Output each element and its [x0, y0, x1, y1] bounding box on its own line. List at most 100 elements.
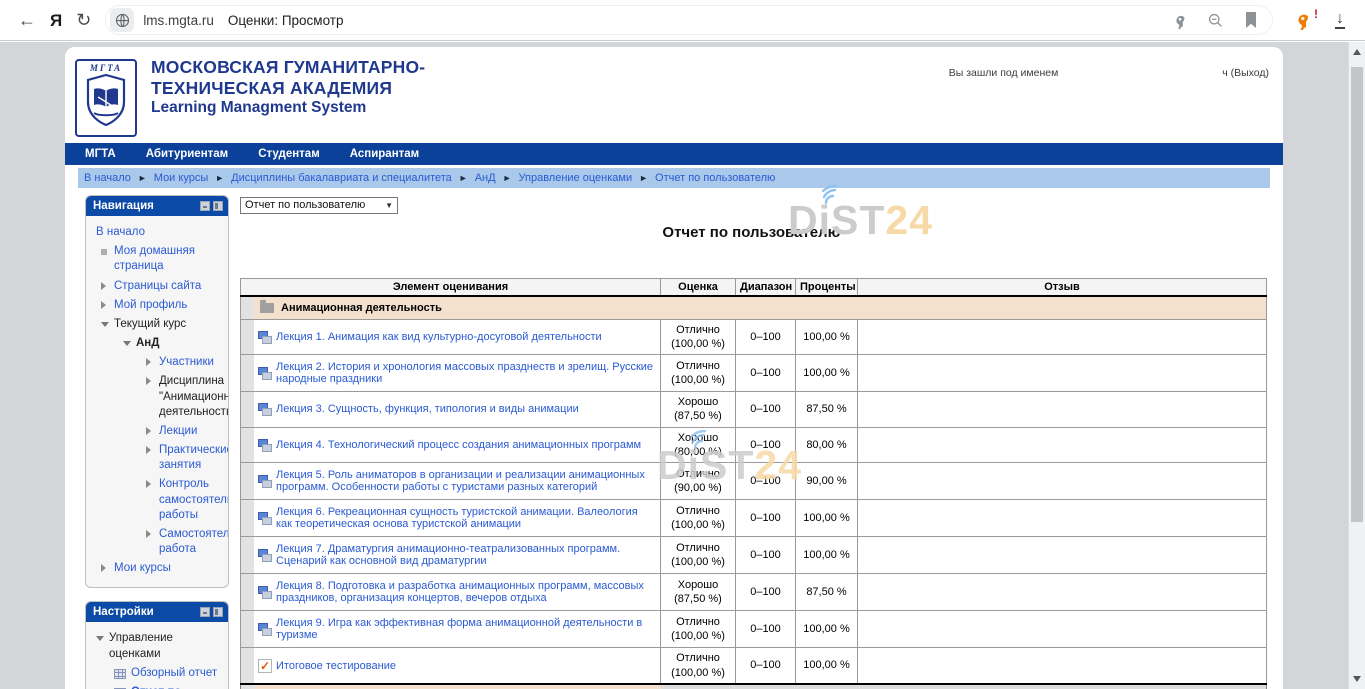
range-cell: 0–100 — [736, 611, 796, 648]
sidebar-item-label[interactable]: Отчет по пользователю — [131, 685, 225, 689]
sidebar-item-label[interactable]: Моя домашняя страница — [114, 244, 225, 274]
sidebar-item[interactable]: Отчет по пользователю — [89, 685, 225, 689]
logout-link[interactable]: ч (Выход) — [1222, 67, 1269, 79]
sidebar-item[interactable]: Обзорный отчет — [89, 666, 225, 681]
main-menu-item[interactable]: Студентам — [258, 148, 320, 160]
collapse-block-icon[interactable] — [200, 607, 210, 617]
grade-item-link[interactable]: Лекция 2. История и хронология массовых … — [276, 361, 653, 385]
zoom-page-icon[interactable] — [1207, 12, 1224, 29]
scroll-down-icon[interactable] — [1349, 671, 1365, 687]
collapsed-arrow-icon[interactable] — [146, 427, 151, 435]
bookmark-icon[interactable] — [1244, 12, 1258, 28]
dock-block-icon[interactable] — [213, 201, 223, 211]
grade-value-cell: Отлично(100,00 %) — [661, 319, 736, 355]
sidebar-item[interactable]: Мой профиль — [89, 298, 225, 313]
sidebar-item[interactable]: Страницы сайта — [89, 279, 225, 294]
page-title: Отчет по пользователю - — [240, 224, 1272, 241]
breadcrumb-link[interactable]: АнД — [475, 172, 496, 184]
scrollbar[interactable] — [1348, 42, 1365, 689]
lesson-icon — [258, 331, 272, 344]
grade-item-link[interactable]: Лекция 3. Сущность, функция, типология и… — [276, 403, 579, 415]
grade-item-link[interactable]: Лекция 1. Анимация как вид культурно-дос… — [276, 331, 602, 343]
expanded-arrow-icon[interactable] — [101, 322, 109, 327]
sidebar-item-label[interactable]: В начало — [96, 225, 225, 240]
sidebar-item-label[interactable]: Мои курсы — [114, 561, 225, 576]
password-alert-icon[interactable]: ! — [1291, 10, 1311, 30]
yandex-logo-icon[interactable]: Я — [50, 12, 62, 29]
saved-passwords-icon[interactable] — [1170, 12, 1187, 29]
site-page: МГТА МОСКОВСКАЯ ГУМАНИТАРНО- ТЕХНИЧЕСКАЯ… — [65, 47, 1283, 689]
grade-item-name-cell: Лекция 5. Роль аниматоров в организации … — [241, 463, 661, 500]
breadcrumb-link[interactable]: Отчет по пользователю — [655, 172, 775, 184]
percent-cell: 90,00 % — [796, 463, 858, 500]
main-menu-item[interactable]: МГТА — [85, 148, 116, 160]
sidebar-item[interactable]: Мои курсы — [89, 561, 225, 576]
collapsed-arrow-icon[interactable] — [146, 530, 151, 538]
sidebar-item[interactable]: Практические занятия — [89, 443, 225, 473]
collapsed-arrow-icon[interactable] — [146, 358, 151, 366]
lesson-icon — [258, 367, 272, 380]
sidebar-item[interactable]: Контроль самостоятельной работы — [89, 477, 225, 523]
category-cell: Анимационная деятельность — [241, 296, 1267, 320]
expanded-arrow-icon[interactable] — [123, 341, 131, 346]
main-menu: МГТА Абитуриентам Студентам Аспирантам — [65, 143, 1283, 165]
sidebar-item-label: Управление оценками — [109, 631, 225, 661]
sidebar-item[interactable]: В начало — [89, 225, 225, 240]
grade-item-link[interactable]: Лекция 4. Технологический процесс создан… — [276, 439, 641, 451]
main-menu-item[interactable]: Аспирантам — [350, 148, 419, 160]
collapsed-arrow-icon[interactable] — [101, 282, 106, 290]
feedback-cell — [858, 500, 1267, 537]
grade-item-link[interactable]: Лекция 8. Подготовка и разработка анимац… — [276, 580, 644, 604]
navigation-block-title: Навигация — [93, 200, 154, 212]
url-text[interactable]: lms.mgta.ru — [143, 13, 214, 28]
breadcrumb-link[interactable]: В начало — [84, 172, 131, 184]
refresh-icon[interactable]: ↻ — [76, 11, 91, 29]
sidebar-item-label[interactable]: Мой профиль — [114, 298, 225, 313]
percent-cell: 80,00 % — [796, 427, 858, 463]
scrollbar-thumb[interactable] — [1351, 67, 1363, 522]
grade-item-link[interactable]: Лекция 7. Драматургия анимационно-театра… — [276, 543, 620, 567]
sidebar-item[interactable]: Самостоятельная работа — [89, 527, 225, 557]
sidebar-item-label[interactable]: Страницы сайта — [114, 279, 225, 294]
sidebar-item-label[interactable]: Участники — [159, 355, 225, 370]
feedback-cell — [858, 537, 1267, 574]
report-type-select[interactable]: Отчет по пользователю ▼ — [240, 197, 398, 214]
expanded-arrow-icon[interactable] — [96, 636, 104, 641]
percent-cell: 100,00 % — [796, 537, 858, 574]
breadcrumb-link[interactable]: Дисциплины бакалавриата и специалитета — [231, 172, 452, 184]
site-title: МОСКОВСКАЯ ГУМАНИТАРНО- ТЕХНИЧЕСКАЯ АКАД… — [151, 57, 425, 118]
breadcrumb-link[interactable]: Управление оценками — [519, 172, 633, 184]
address-bar[interactable]: lms.mgta.ru Оценки: Просмотр — [105, 5, 1273, 35]
breadcrumb-link[interactable]: Мои курсы — [154, 172, 208, 184]
grade-item-name-cell: Лекция 9. Игра как эффективная форма ани… — [241, 611, 661, 648]
sidebar-item-label: АнД — [136, 336, 225, 351]
grade-item-link[interactable]: Лекция 9. Игра как эффективная форма ани… — [276, 617, 642, 641]
sidebar-item[interactable]: Участники — [89, 355, 225, 370]
collapsed-arrow-icon[interactable] — [101, 564, 106, 572]
grade-item-row: Лекция 1. Анимация как вид культурно-дос… — [241, 319, 1267, 355]
collapsed-arrow-icon[interactable] — [146, 446, 151, 454]
grade-item-name-cell: Лекция 7. Драматургия анимационно-театра… — [241, 537, 661, 574]
collapsed-arrow-icon[interactable] — [146, 480, 151, 488]
grade-item-link[interactable]: Лекция 6. Рекреационная сущность туристс… — [276, 506, 638, 530]
collapse-block-icon[interactable] — [200, 201, 210, 211]
back-icon[interactable]: ← — [18, 11, 36, 29]
grade-item-link[interactable]: Лекция 5. Роль аниматоров в организации … — [276, 469, 645, 493]
sidebar-item-label[interactable]: Самостоятельная работа — [159, 527, 225, 557]
sidebar-item[interactable]: Моя домашняя страница — [89, 244, 225, 274]
sidebar-item[interactable]: Лекции — [89, 424, 225, 439]
collapsed-arrow-icon[interactable] — [146, 377, 151, 385]
download-icon[interactable]: ↓ — [1335, 11, 1345, 30]
main-menu-item[interactable]: Абитуриентам — [146, 148, 228, 160]
sidebar-item-label[interactable]: Обзорный отчет — [131, 666, 225, 681]
collapsed-arrow-icon[interactable] — [101, 301, 106, 309]
sidebar-item-label[interactable]: Практические занятия — [159, 443, 225, 473]
dock-block-icon[interactable] — [213, 607, 223, 617]
breadcrumb-separator-icon: ► — [459, 173, 468, 183]
grade-item-link[interactable]: Итоговое тестирование — [276, 660, 396, 672]
range-cell: 0–100 — [736, 355, 796, 392]
sidebar-item-label[interactable]: Контроль самостоятельной работы — [159, 477, 225, 523]
scroll-up-icon[interactable] — [1349, 44, 1365, 60]
mgta-crest-icon — [84, 73, 128, 131]
sidebar-item-label[interactable]: Лекции — [159, 424, 225, 439]
